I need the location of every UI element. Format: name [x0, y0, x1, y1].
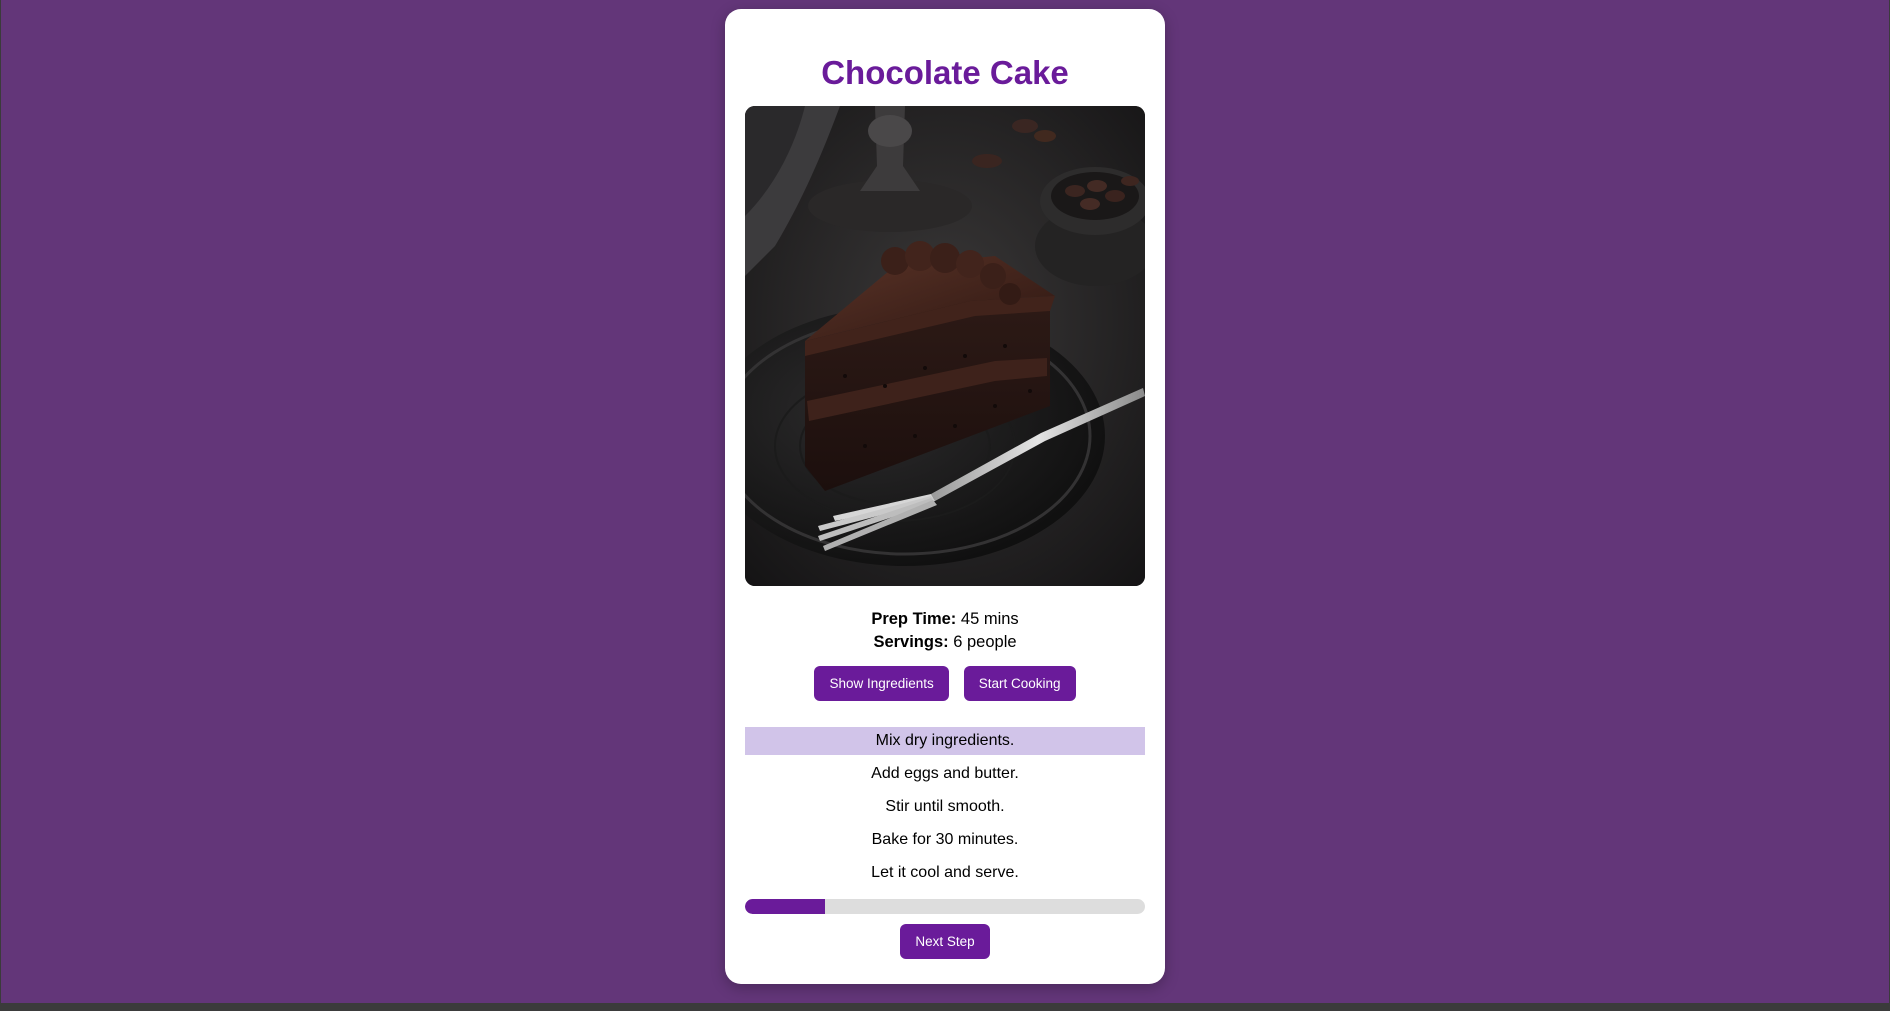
start-cooking-button[interactable]: Start Cooking [963, 666, 1076, 701]
step-item: Let it cool and serve. [871, 864, 1019, 881]
recipe-card: Chocolate Cake Prep Time: 45 mins Servin… [725, 9, 1165, 984]
recipe-meta: Prep Time: 45 mins Servings: 6 people [745, 608, 1145, 654]
next-row: Next Step [745, 924, 1145, 959]
recipe-title: Chocolate Cake [821, 54, 1069, 91]
steps-list: Mix dry ingredients. Add eggs and butter… [745, 727, 1145, 887]
step-item: Bake for 30 minutes. [871, 831, 1019, 848]
prep-time-value: 45 mins [960, 610, 1019, 628]
progress-fill [745, 899, 825, 914]
show-ingredients-button[interactable]: Show Ingredients [814, 666, 949, 701]
servings: Servings: 6 people [745, 631, 1145, 654]
recipe-photo [745, 106, 1145, 586]
prep-time-label: Prep Time: [871, 610, 957, 628]
step-item: Mix dry ingredients. [745, 727, 1145, 755]
step-item: Add eggs and butter. [871, 765, 1019, 782]
progress-bar [745, 899, 1145, 914]
step-item: Stir until smooth. [885, 798, 1005, 815]
chocolate-cake-image [745, 106, 1145, 586]
next-step-button[interactable]: Next Step [900, 924, 990, 959]
action-buttons: Show Ingredients Start Cooking [745, 666, 1145, 701]
servings-label: Servings: [873, 633, 949, 651]
servings-value: 6 people [953, 633, 1017, 651]
prep-time: Prep Time: 45 mins [745, 608, 1145, 631]
